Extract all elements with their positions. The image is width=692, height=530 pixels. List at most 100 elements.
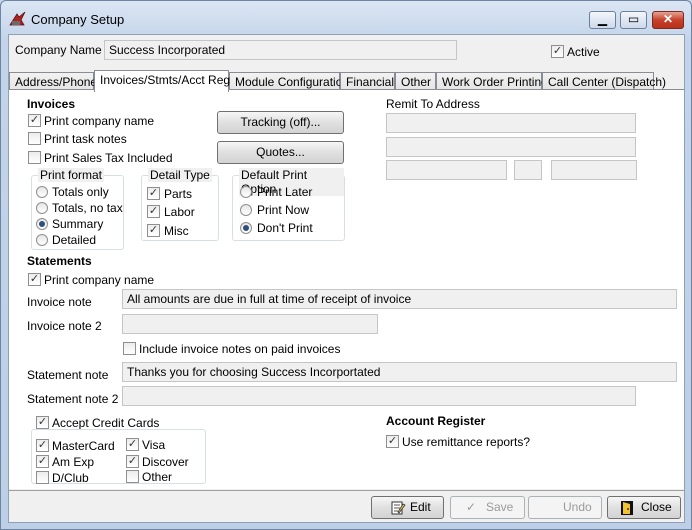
invoice-print-company-name-label: Print company name: [44, 114, 155, 128]
tab-invoices-stmts-acct-reg[interactable]: Invoices/Stmts/Acct Reg: [94, 70, 230, 92]
save-button[interactable]: ✓ Save: [450, 496, 525, 519]
summary-radio[interactable]: [36, 218, 48, 230]
undo-button-label: Undo: [563, 500, 592, 514]
print-later-label: Print Later: [257, 185, 313, 199]
mastercard-label: MasterCard: [52, 439, 115, 453]
dclub-checkbox[interactable]: [36, 471, 49, 484]
active-label: Active: [567, 45, 600, 59]
print-sales-tax-label: Print Sales Tax Included: [44, 151, 173, 165]
maximize-button[interactable]: ▭: [620, 11, 647, 29]
edit-button-label: Edit: [410, 500, 431, 514]
invoice-note-2-field[interactable]: [122, 314, 378, 334]
statements-heading: Statements: [27, 254, 92, 268]
invoice-print-company-name-checkbox[interactable]: ✓: [28, 114, 41, 127]
account-register-heading: Account Register: [386, 414, 486, 428]
dont-print-radio[interactable]: [240, 222, 252, 234]
invoices-heading: Invoices: [27, 97, 76, 111]
remit-address-line2[interactable]: [386, 137, 636, 157]
totals-only-radio[interactable]: [36, 186, 48, 198]
statement-print-company-name-checkbox[interactable]: ✓: [28, 273, 41, 286]
company-name-field[interactable]: Success Incorporated: [104, 40, 457, 60]
detail-type-title: Detail Type: [148, 168, 212, 182]
print-task-notes-label: Print task notes: [44, 132, 127, 146]
mastercard-checkbox[interactable]: ✓: [36, 439, 49, 452]
am-exp-label: Am Exp: [52, 455, 95, 469]
edit-icon: [390, 500, 406, 522]
statement-note-field[interactable]: Thanks you for choosing Success Incorpor…: [122, 362, 677, 382]
labor-label: Labor: [164, 205, 195, 219]
accept-credit-cards-label: Accept Credit Cards: [52, 416, 160, 430]
minimize-icon: ▁: [597, 12, 608, 26]
company-name-label: Company Name: [15, 43, 102, 57]
credit-cards-group: ✓ MasterCard ✓ Visa ✓ Am Exp ✓ Discover …: [31, 429, 206, 485]
remit-to-address-label: Remit To Address: [386, 97, 480, 111]
parts-checkbox[interactable]: ✓: [147, 187, 160, 200]
remit-address-line1[interactable]: [386, 113, 636, 133]
save-check-icon: ✓: [466, 500, 477, 514]
discover-label: Discover: [142, 455, 189, 469]
visa-label: Visa: [142, 438, 166, 452]
window-title: Company Setup: [31, 12, 125, 27]
active-checkbox[interactable]: ✓: [551, 45, 564, 58]
close-button-label: Close: [641, 500, 672, 514]
labor-checkbox[interactable]: ✓: [147, 205, 160, 218]
client-area: Company Name Success Incorporated ✓ Acti…: [8, 34, 685, 523]
dclub-label: D/Club: [52, 471, 89, 485]
invoice-note-field[interactable]: All amounts are due in full at time of r…: [122, 289, 677, 309]
invoice-note-label: Invoice note: [27, 295, 92, 309]
company-setup-window: Company Setup ▁ ▭ ✕ Company Name Success…: [0, 0, 692, 530]
default-print-option-group: Default Print Option Print Later Print N…: [232, 168, 345, 241]
undo-button[interactable]: Undo: [528, 496, 602, 519]
remit-zip-field[interactable]: [551, 160, 637, 180]
use-remittance-checkbox[interactable]: ✓: [386, 435, 399, 448]
statement-note-label: Statement note: [27, 368, 109, 382]
invoices-tab-page: Invoices ✓ Print company name Print task…: [9, 89, 684, 489]
footer-divider: [9, 490, 684, 491]
remit-city-field[interactable]: [386, 160, 507, 180]
other-card-checkbox[interactable]: [126, 470, 139, 483]
print-sales-tax-checkbox[interactable]: [28, 151, 41, 164]
am-exp-checkbox[interactable]: ✓: [36, 455, 49, 468]
statement-print-company-name-label: Print company name: [44, 273, 155, 287]
statement-note-2-field[interactable]: [122, 386, 636, 406]
misc-label: Misc: [164, 224, 189, 238]
invoice-note-2-label: Invoice note 2: [27, 319, 102, 333]
minimize-button[interactable]: ▁: [589, 11, 616, 29]
visa-checkbox[interactable]: ✓: [126, 438, 139, 451]
edit-button[interactable]: Edit: [371, 496, 444, 519]
save-button-label: Save: [486, 500, 514, 514]
totals-no-tax-radio[interactable]: [36, 202, 48, 214]
accept-credit-cards-checkbox[interactable]: ✓: [36, 416, 49, 429]
dont-print-label: Don't Print: [257, 221, 313, 235]
print-now-radio[interactable]: [240, 204, 252, 216]
summary-label: Summary: [52, 217, 104, 231]
include-invoice-notes-checkbox[interactable]: [123, 342, 136, 355]
use-remittance-label: Use remittance reports?: [402, 435, 531, 449]
print-format-title: Print format: [38, 168, 105, 182]
close-button[interactable]: Close: [607, 496, 681, 519]
detailed-radio[interactable]: [36, 234, 48, 246]
quotes-button[interactable]: Quotes...: [217, 141, 344, 164]
remit-state-field[interactable]: [514, 160, 542, 180]
print-format-group: Print format Totals only Totals, no tax …: [31, 168, 124, 250]
misc-checkbox[interactable]: ✓: [147, 224, 160, 237]
statement-note-2-label: Statement note 2: [27, 392, 119, 406]
print-later-radio[interactable]: [240, 186, 252, 198]
company-setup-icon: [9, 11, 27, 27]
close-window-button[interactable]: ✕: [652, 11, 684, 29]
tab-strip: Address/Phone Invoices/Stmts/Acct Reg Mo…: [9, 70, 686, 92]
include-invoice-notes-label: Include invoice notes on paid invoices: [139, 342, 341, 356]
detailed-label: Detailed: [52, 233, 97, 247]
tracking-button[interactable]: Tracking (off)...: [217, 111, 344, 134]
print-now-label: Print Now: [257, 203, 310, 217]
door-exit-icon: [620, 500, 634, 522]
title-bar[interactable]: Company Setup ▁ ▭ ✕: [1, 1, 691, 35]
print-task-notes-checkbox[interactable]: [28, 132, 41, 145]
totals-no-tax-label: Totals, no tax: [52, 201, 123, 215]
parts-label: Parts: [164, 187, 193, 201]
other-card-label: Other: [142, 470, 173, 484]
detail-type-group: Detail Type ✓ Parts ✓ Labor ✓ Misc: [141, 168, 219, 241]
close-icon: ✕: [662, 12, 674, 26]
totals-only-label: Totals only: [52, 185, 109, 199]
discover-checkbox[interactable]: ✓: [126, 455, 139, 468]
